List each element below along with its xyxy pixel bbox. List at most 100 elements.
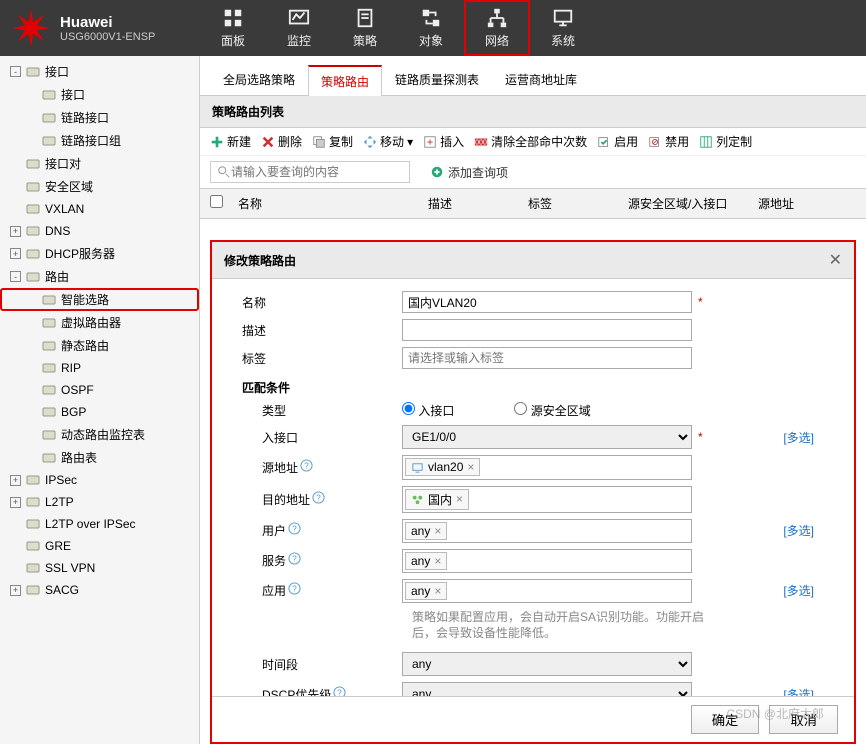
sidebar-item[interactable]: +DNS [0,220,199,242]
sidebar-item[interactable]: -路由 [0,265,199,288]
input-desc[interactable] [402,319,692,341]
sidebar-item[interactable]: + SACG [0,579,199,601]
tree-label: L2TP [45,495,74,509]
sidebar-tree: -接口接口链路接口链路接口组接口对安全区域VXLAN+DNS+DHCP服务器-路… [0,56,200,744]
sidebar-item[interactable]: VXLAN [0,198,199,220]
more-link-iface[interactable]: [多选] [783,429,814,446]
sidebar-item[interactable]: L2TP over IPSec [0,513,199,535]
btn-disable[interactable]: 禁用 [648,133,689,150]
btn-new[interactable]: 新建 [210,133,251,150]
select-in-interface[interactable]: GE1/0/0 [402,425,692,449]
sidebar-item[interactable]: SSL VPN [0,557,199,579]
tree-toggle-icon[interactable]: + [10,475,21,486]
more-link-dscp[interactable]: [多选] [783,686,814,696]
tagbox-service[interactable]: any× [402,549,692,573]
tab-isp-address[interactable]: 运营商地址库 [492,64,590,95]
nav-network[interactable]: 网络 [464,0,530,56]
tab-quality-probe[interactable]: 链路质量探测表 [382,64,492,95]
sidebar-item[interactable]: + L2TP [0,491,199,513]
tagbox-user[interactable]: any× [402,519,692,543]
chip-remove-icon[interactable]: × [434,584,441,598]
tree-node-icon [41,338,57,354]
tree-toggle-icon[interactable]: + [10,226,21,237]
tagbox-dst-addr[interactable]: 国内× [402,486,692,513]
radio-src-zone[interactable]: 源安全区域 [514,402,590,419]
nav-dashboard[interactable]: 面板 [200,0,266,56]
chip-remove-icon[interactable]: × [467,460,474,474]
help-icon[interactable]: ? [288,522,301,535]
add-filter-button[interactable]: 添加查询项 [430,164,508,181]
tree-toggle-icon[interactable]: - [10,271,21,282]
tagbox-app[interactable]: any× [402,579,692,603]
help-icon[interactable]: ? [312,491,325,504]
tree-toggle-icon[interactable]: + [10,248,21,259]
sidebar-item[interactable]: 虚拟路由器 [0,311,199,334]
tree-node-icon [41,87,57,103]
nav-object[interactable]: 对象 [398,0,464,56]
sidebar-item[interactable]: 静态路由 [0,334,199,357]
btn-insert[interactable]: 插入 [423,133,464,150]
help-icon[interactable]: ? [300,459,313,472]
search-box[interactable] [210,161,410,183]
chip-remove-icon[interactable]: × [434,524,441,538]
tree-label: SACG [45,583,79,597]
tab-policy-routing[interactable]: 策略路由 [308,65,382,96]
policy-icon [354,7,376,29]
sidebar-item[interactable]: 智能选路 [0,288,199,311]
chip-remove-icon[interactable]: × [434,554,441,568]
sidebar-item[interactable]: -接口 [0,60,199,83]
sidebar-item[interactable]: OSPF [0,379,199,401]
delete-icon [261,135,275,149]
help-icon[interactable]: ? [288,582,301,595]
tree-node-icon [25,64,41,80]
tab-global-routing[interactable]: 全局选路策略 [210,64,308,95]
sidebar-item[interactable]: 路由表 [0,446,199,469]
btn-move[interactable]: 移动 ▾ [363,133,413,150]
ok-button[interactable]: 确定 [691,705,760,734]
more-link-app[interactable]: [多选] [783,582,814,599]
nav-monitor[interactable]: 监控 [266,0,332,56]
tree-toggle-icon[interactable]: + [10,585,21,596]
cancel-button[interactable]: 取消 [769,705,838,734]
btn-customize-columns[interactable]: 列定制 [699,133,752,150]
columns-icon [699,135,713,149]
input-name[interactable] [402,291,692,313]
tagbox-src-addr[interactable]: vlan20× [402,455,692,480]
tree-node-icon [25,179,41,195]
sidebar-item[interactable]: 动态路由监控表 [0,423,199,446]
select-all-checkbox[interactable] [210,195,223,208]
chip-remove-icon[interactable]: × [456,492,463,506]
section-match-conditions: 匹配条件 [242,379,834,396]
sidebar-item[interactable]: +IPSec [0,469,199,491]
input-tag[interactable] [402,347,692,369]
tree-node-icon [41,404,57,420]
sidebar-item[interactable]: 接口对 [0,152,199,175]
sidebar-item[interactable]: RIP [0,357,199,379]
select-dscp[interactable]: any [402,682,692,696]
radio-in-interface[interactable]: 入接口 [402,402,454,419]
btn-copy[interactable]: 复制 [312,133,353,150]
app-hint-text: 策略如果配置应用，会自动开启SA识别功能。功能开启后，会导致设备性能降低。 [412,609,712,643]
tree-node-icon [41,450,57,466]
sidebar-item[interactable]: 接口 [0,83,199,106]
btn-delete[interactable]: 删除 [261,133,302,150]
search-input[interactable] [231,165,403,179]
btn-enable[interactable]: 启用 [597,133,638,150]
btn-clear-hits[interactable]: 000清除全部命中次数 [474,133,587,150]
help-icon[interactable]: ? [333,686,346,696]
sidebar-item[interactable]: BGP [0,401,199,423]
sidebar-item[interactable]: 链路接口 [0,106,199,129]
tree-toggle-icon[interactable]: + [10,497,21,508]
sidebar-item[interactable]: GRE [0,535,199,557]
nav-policy[interactable]: 策略 [332,0,398,56]
tree-toggle-icon[interactable]: - [10,66,21,77]
more-link-user[interactable]: [多选] [783,522,814,539]
nav-system[interactable]: 系统 [530,0,596,56]
sidebar-item[interactable]: 安全区域 [0,175,199,198]
sidebar-item[interactable]: 链路接口组 [0,129,199,152]
sidebar-item[interactable]: +DHCP服务器 [0,242,199,265]
help-icon[interactable]: ? [288,552,301,565]
dialog-close-button[interactable]: ✕ [829,250,842,270]
select-period[interactable]: any [402,652,692,676]
copy-icon [312,135,326,149]
